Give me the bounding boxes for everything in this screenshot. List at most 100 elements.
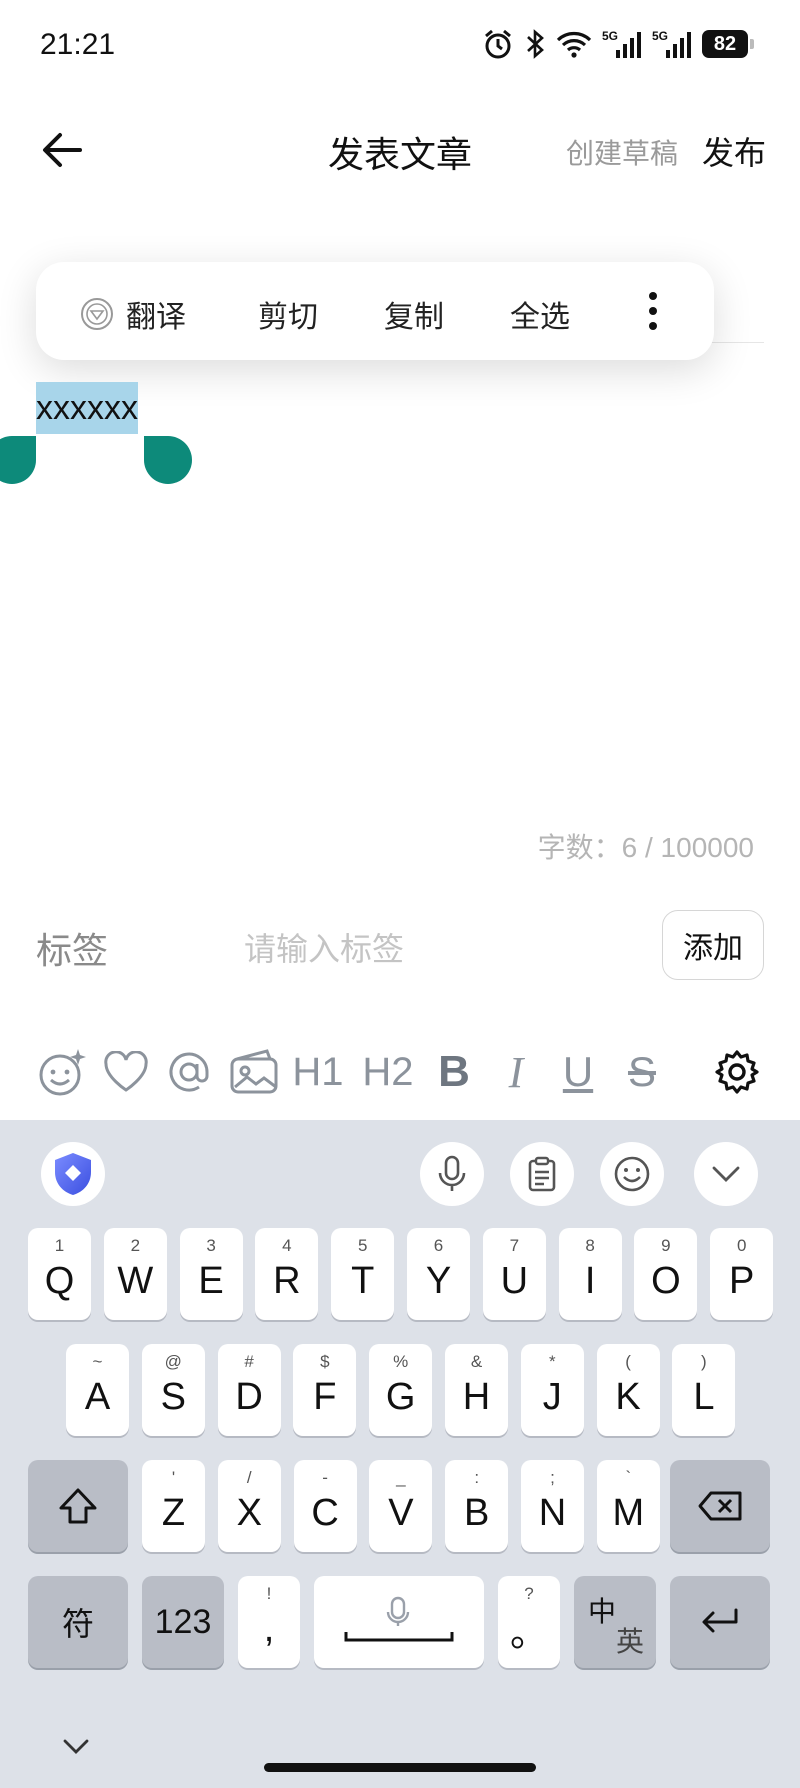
signal-5g-icon-2: 5G [652,29,691,58]
key-e[interactable]: 3E [179,1228,243,1320]
key-label: G [385,1375,416,1418]
key-l[interactable]: ) L [672,1344,736,1436]
key-c[interactable]: -C [293,1460,357,1552]
heading1-button[interactable]: H1 [290,1042,346,1102]
key-n[interactable]: ; N [521,1460,584,1552]
clipboard-button[interactable] [510,1142,574,1206]
ai-emoji-button[interactable] [38,1042,88,1102]
key-label: Y [425,1259,452,1302]
bluetooth-icon [527,29,544,59]
add-tag-button[interactable]: 添加 [662,910,764,980]
key-hint: ` [625,1468,632,1487]
key-g[interactable]: % G [369,1344,433,1436]
space-key[interactable] [314,1576,484,1668]
keyboard-collapse-button[interactable] [62,1738,90,1760]
key-i[interactable]: 8I [558,1228,622,1320]
key-b[interactable]: :B [445,1460,509,1552]
numbers-key[interactable]: 123 [142,1576,224,1668]
key-h[interactable]: & H [445,1344,508,1436]
gear-icon [715,1050,759,1094]
alarm-icon [485,29,511,59]
select-all-menu-item[interactable]: 全选 [510,292,570,336]
underline-button[interactable]: U [558,1042,598,1102]
italic-button[interactable]: I [496,1042,536,1102]
hide-keyboard-button[interactable] [694,1142,758,1206]
publish-button[interactable]: 发布 [702,128,766,174]
bold-button[interactable]: B [434,1042,474,1102]
strikethrough-button[interactable]: S [622,1042,662,1102]
insert-image-button[interactable] [228,1042,280,1102]
key-hint: ; [550,1468,555,1487]
key-label: R [273,1259,301,1302]
key-q[interactable]: 1Q [28,1228,91,1320]
key-t[interactable]: 5T [331,1228,395,1320]
voice-input-button[interactable] [420,1142,484,1206]
key-hint: ) [701,1352,707,1371]
selection-handle-start[interactable] [0,436,36,484]
key-o[interactable]: 9O [634,1228,698,1320]
lang-secondary: 英 [616,1625,645,1658]
enter-key[interactable] [670,1576,770,1668]
key-hint: ~ [92,1352,103,1371]
battery-indicator: 82 [702,30,754,58]
key-p[interactable]: 0P [710,1228,774,1320]
key-d[interactable]: # D [217,1344,281,1436]
key-a[interactable]: ~ A [66,1344,129,1436]
key-label: K [615,1375,641,1418]
key-hint: 9 [661,1236,671,1255]
key-f[interactable]: $ F [293,1344,357,1436]
key-r[interactable]: 4R [255,1228,319,1320]
selected-text[interactable]: xxxxxx [36,382,138,434]
cut-menu-item[interactable]: 剪切 [258,292,318,336]
key-j[interactable]: * J [520,1344,584,1436]
tag-input[interactable]: 请输入标签 [244,924,604,970]
key-hint: - [322,1468,328,1487]
key-label: S [160,1375,186,1418]
like-button[interactable] [102,1042,150,1102]
key-s[interactable]: @ S [141,1344,205,1436]
key-m[interactable]: ` M [596,1460,660,1552]
key-hint: # [244,1352,254,1371]
tag-label: 标签 [36,931,109,972]
key-w[interactable]: 2W [103,1228,167,1320]
keyboard-assistant-button[interactable] [41,1142,105,1206]
key-label: C [311,1491,339,1534]
key-u[interactable]: 7U [482,1228,546,1320]
key-y[interactable]: 6Y [407,1228,470,1320]
heading2-button[interactable]: H2 [360,1042,416,1102]
symbols-key[interactable]: 符 [28,1576,128,1668]
more-menu-button[interactable] [646,290,660,340]
translate-menu-item[interactable]: 翻译 [80,292,186,336]
period-key[interactable]: ? 。 [498,1576,560,1668]
key-hint: % [393,1352,409,1371]
key-x[interactable]: / X [217,1460,281,1552]
microphone-icon [438,1155,466,1191]
settings-button[interactable] [712,1042,762,1102]
key-k[interactable]: (K [596,1344,660,1436]
language-switch-key[interactable]: 中 英 [574,1576,656,1668]
mention-button[interactable] [164,1042,214,1102]
page-title: 发表文章 [327,135,472,176]
key-label: V [388,1491,414,1534]
key-hint: 6 [433,1236,444,1255]
image-icon [230,1049,278,1094]
create-draft-button[interactable]: 创建草稿 [566,132,678,172]
shift-key[interactable] [28,1460,128,1552]
key-hint: ' [171,1468,176,1487]
heart-icon [104,1051,148,1092]
lang-primary: 中 [588,1595,617,1628]
key-hint: : [474,1468,480,1487]
key-label: X [236,1491,262,1534]
key-z[interactable]: ' Z [142,1460,205,1552]
backspace-key[interactable] [670,1460,770,1552]
status-icons: 5G 5G 82 [482,28,754,60]
emoji-button[interactable] [600,1142,664,1206]
key-label: J [542,1375,562,1418]
copy-menu-item[interactable]: 复制 [384,292,444,336]
key-v[interactable]: _ V [369,1460,433,1552]
signal-5g-icon-1: 5G [602,29,641,58]
selection-handle-end[interactable] [144,436,192,484]
key-hint: $ [320,1352,330,1371]
key-hint: 8 [585,1236,595,1255]
comma-key[interactable]: ! , [238,1576,300,1668]
